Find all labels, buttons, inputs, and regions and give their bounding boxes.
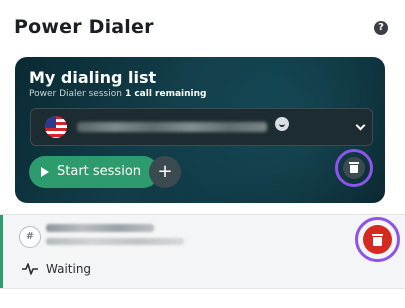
start-session-label: Start session	[57, 164, 142, 179]
row-delete-highlight	[355, 217, 400, 262]
trash-body	[373, 237, 382, 246]
help-icon[interactable]: ?	[374, 21, 388, 35]
page-title: Power Dialer	[14, 16, 154, 38]
dialing-list-card: My dialing list Power Dialer session 1 ca…	[15, 57, 385, 203]
start-session-button[interactable]: Start session	[29, 156, 159, 188]
card-title: My dialing list	[29, 68, 157, 87]
row-delete-button[interactable]	[363, 225, 392, 254]
add-button[interactable]: +	[149, 156, 181, 188]
redacted-contact-name	[46, 224, 154, 232]
sticker-icon	[275, 117, 289, 131]
card-delete-highlight	[335, 149, 373, 187]
redacted-caller-id	[77, 122, 267, 132]
active-indicator	[0, 215, 3, 288]
trash-lid	[349, 162, 359, 164]
session-label: Power Dialer session	[29, 89, 122, 99]
card-delete-button[interactable]	[343, 157, 365, 179]
us-flag-icon	[45, 116, 67, 138]
activity-icon	[22, 263, 38, 275]
caller-id-select[interactable]	[30, 108, 373, 146]
card-subtitle: Power Dialer session 1 call remaining	[29, 89, 206, 99]
trash-body	[350, 165, 358, 173]
chevron-down-icon[interactable]	[355, 120, 366, 131]
list-item[interactable]: # Waiting	[0, 215, 405, 288]
status-label: Waiting	[46, 262, 92, 276]
flag-canton	[45, 116, 56, 128]
play-icon	[41, 167, 49, 177]
power-dialer-panel: Power Dialer ? My dialing list Power Dia…	[0, 0, 405, 308]
redacted-contact-detail	[46, 238, 184, 245]
trash-icon	[349, 162, 359, 173]
divider	[0, 288, 405, 289]
calls-remaining-label: 1 call remaining	[124, 89, 207, 99]
hash-icon: #	[19, 226, 41, 248]
trash-lid	[372, 234, 383, 236]
trash-icon	[372, 234, 383, 246]
